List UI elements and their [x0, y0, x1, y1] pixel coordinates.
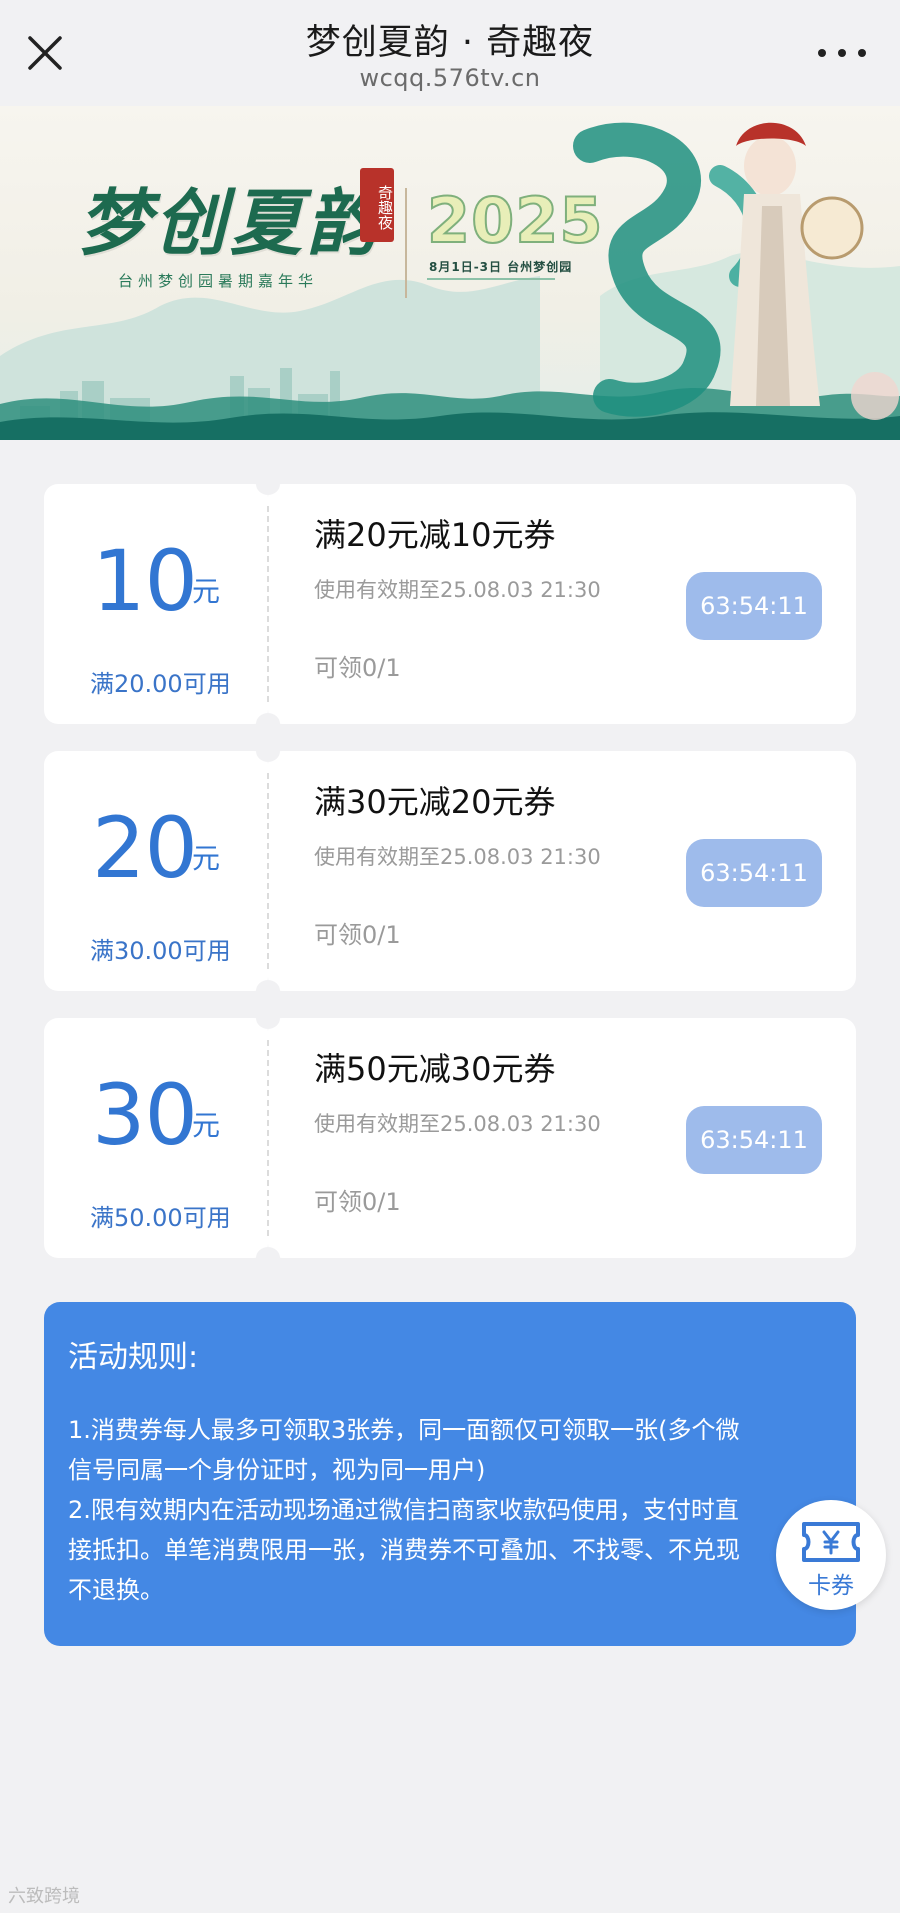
- ticket-yen-icon: [802, 1522, 860, 1562]
- banner-seal: 奇趣夜: [360, 168, 394, 242]
- coupon-condition: 满50.00可用: [90, 1204, 231, 1232]
- page-title: 梦创夏韵 · 奇趣夜: [305, 23, 595, 63]
- card-voucher-label: 卡券: [808, 1573, 854, 1599]
- coupon-card[interactable]: 10 元 满20.00可用 满20元减10元券 使用有效期至25.08.03 2…: [44, 473, 856, 735]
- coupon-card[interactable]: 20 元 满30.00可用 满30元减20元券 使用有效期至25.08.03 2…: [44, 740, 856, 1002]
- coupon-validity: 使用有效期至25.08.03 21:30: [314, 845, 601, 869]
- coupon-unit: 元: [192, 575, 221, 608]
- coupon-notch: [256, 980, 280, 1002]
- coupon-detail-panel: 满30元减20元券 使用有效期至25.08.03 21:30 可领0/1 63:…: [268, 751, 856, 991]
- coupon-value-panel: 10 元 满20.00可用: [44, 484, 268, 724]
- coupon-perforation: [267, 773, 269, 969]
- rules-title: 活动规则:: [68, 1340, 199, 1375]
- coupon-claim-count: 可领0/1: [314, 921, 401, 949]
- more-dot-icon: [818, 49, 826, 57]
- coupon-amount: 30: [92, 1066, 198, 1164]
- title-bar: 梦创夏韵 · 奇趣夜 wcqq.576tv.cn: [0, 0, 900, 106]
- activity-rules-panel: 活动规则: 1.消费券每人最多可领取3张券，同一面额仅可领取一张(多个微 信号同…: [44, 1302, 856, 1646]
- banner-brand-title: 梦创夏韵: [78, 180, 383, 265]
- coupon-title: 满30元减20元券: [314, 783, 556, 821]
- coupon-detail-panel: 满50元减30元券 使用有效期至25.08.03 21:30 可领0/1 63:…: [268, 1018, 856, 1258]
- coupon-validity: 使用有效期至25.08.03 21:30: [314, 1112, 601, 1136]
- watermark: 六致跨境: [8, 1886, 80, 1907]
- coupon-unit: 元: [192, 842, 221, 875]
- coupon-claim-count: 可领0/1: [314, 1188, 401, 1216]
- coupon-notch: [256, 1247, 280, 1269]
- coupon-detail-panel: 满20元减10元券 使用有效期至25.08.03 21:30 可领0/1 63:…: [268, 484, 856, 724]
- coupon-countdown-button[interactable]: 63:54:11: [686, 1106, 822, 1174]
- coupon-perforation: [267, 1040, 269, 1236]
- coupon-value-panel: 20 元 满30.00可用: [44, 751, 268, 991]
- page-url: wcqq.576tv.cn: [359, 64, 541, 92]
- coupon-amount: 20: [92, 799, 198, 897]
- coupon-condition: 满30.00可用: [90, 937, 231, 965]
- rules-text: 1.消费券每人最多可领取3张券，同一面额仅可领取一张(多个微 信号同属一个身份证…: [68, 1416, 740, 1604]
- coupon-title: 满20元减10元券: [314, 516, 556, 554]
- coupon-perforation: [267, 506, 269, 702]
- more-dot-icon: [858, 49, 866, 57]
- coupon-claim-count: 可领0/1: [314, 654, 401, 682]
- coupon-condition: 满20.00可用: [90, 670, 231, 698]
- coupon-notch: [256, 740, 280, 762]
- coupon-amount: 10: [92, 532, 198, 630]
- coupon-validity: 使用有效期至25.08.03 21:30: [314, 578, 601, 602]
- card-voucher-button[interactable]: 卡券: [776, 1500, 886, 1610]
- coupon-card[interactable]: 30 元 满50.00可用 满50元减30元券 使用有效期至25.08.03 2…: [44, 1007, 856, 1269]
- banner-date-place: 8月1日-3日 台州梦创园: [429, 260, 573, 274]
- more-menu-button[interactable]: [812, 36, 872, 70]
- coupon-value-panel: 30 元 满50.00可用: [44, 1018, 268, 1258]
- more-dot-icon: [838, 49, 846, 57]
- banner-divider: [405, 188, 407, 298]
- event-banner: 梦创夏韵 奇趣夜 台州梦创园暑期嘉年华 2025 8月1日-3日 台州梦创园: [0, 106, 900, 440]
- banner-year: 2025: [426, 183, 604, 258]
- coupon-countdown-button[interactable]: 63:54:11: [686, 839, 822, 907]
- banner-date-underline: [427, 278, 555, 280]
- coupon-unit: 元: [192, 1109, 221, 1142]
- coupon-notch: [256, 473, 280, 495]
- banner-subtitle: 台州梦创园暑期嘉年华: [118, 272, 319, 290]
- coupon-notch: [256, 1007, 280, 1029]
- coupon-title: 满50元减30元券: [314, 1050, 556, 1088]
- coupon-notch: [256, 713, 280, 735]
- coupon-countdown-button[interactable]: 63:54:11: [686, 572, 822, 640]
